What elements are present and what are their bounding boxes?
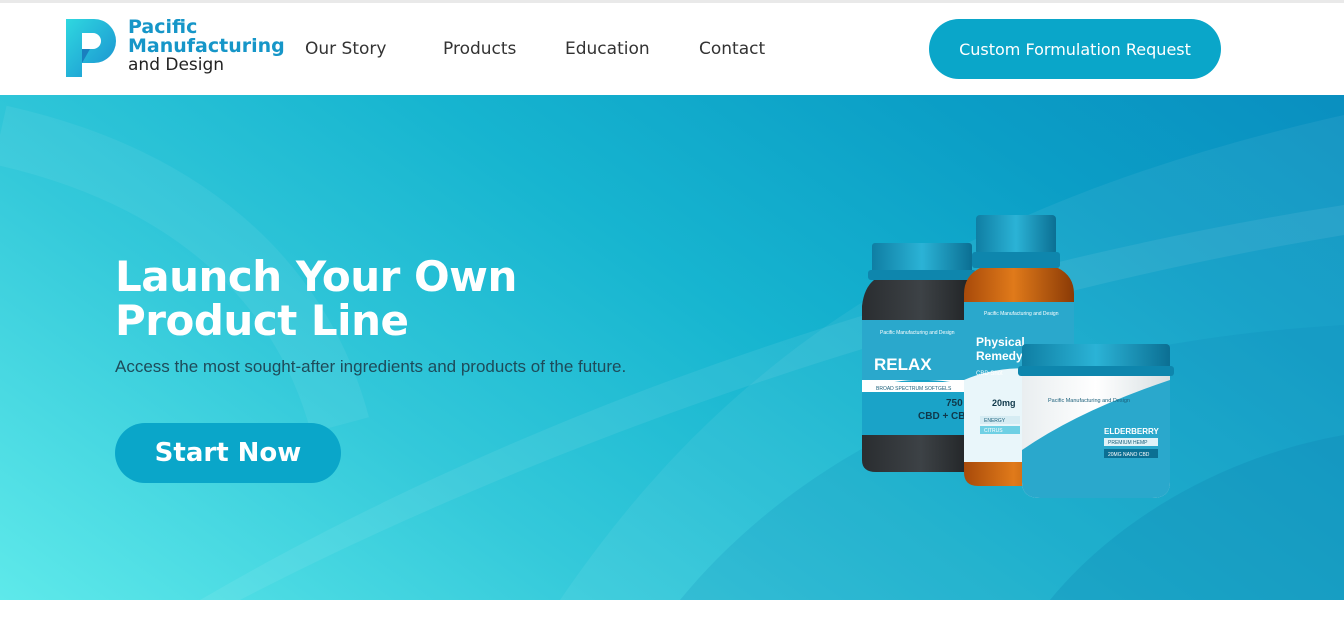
remedy-type-text: CBD Shot <box>976 371 1003 377</box>
brand-name: Pacific Manufacturing and Design <box>128 18 285 75</box>
brand-logo[interactable]: Pacific Manufacturing and Design <box>66 18 286 83</box>
remedy-dose-text: 20mg <box>992 398 1016 408</box>
relax-name-text: RELAX <box>874 355 932 374</box>
custom-formulation-request-button[interactable]: Custom Formulation Request <box>929 19 1221 79</box>
hero-title-line2: Product Line <box>115 296 409 345</box>
start-now-button[interactable]: Start Now <box>115 423 341 483</box>
elderberry-brand-text: Pacific Manufacturing and Design <box>1048 398 1130 404</box>
nav-education[interactable]: Education <box>565 39 650 59</box>
remedy-name-line1: Physical <box>976 335 1025 349</box>
remedy-flavor1-text: ENERGY <box>984 418 1006 424</box>
nav-products[interactable]: Products <box>443 39 516 59</box>
nav-our-story[interactable]: Our Story <box>305 39 386 59</box>
elderberry-tag2-text: 20MG NANO CBD <box>1108 452 1150 458</box>
relax-tagline-text: BROAD SPECTRUM SOFTGELS <box>876 386 952 392</box>
hero-subtitle: Access the most sought-after ingredients… <box>115 357 627 376</box>
hero-title-line1: Launch Your Own <box>115 252 517 301</box>
remedy-name-line2: Remedy <box>976 349 1023 363</box>
brand-name-line2: Manufacturing <box>128 35 285 57</box>
remedy-brand-text: Pacific Manufacturing and Design <box>984 311 1059 317</box>
hero-banner: Launch Your Own Product Line Access the … <box>0 95 1344 600</box>
elderberry-tag1-text: PREMIUM HEMP <box>1108 440 1148 446</box>
remedy-flavor2-text: CITRUS <box>984 428 1003 434</box>
relax-bottle: Pacific Manufacturing and Design RELAX B… <box>862 243 980 472</box>
elderberry-name-text: ELDERBERRY <box>1104 427 1159 436</box>
nav-contact[interactable]: Contact <box>699 39 765 59</box>
relax-formula-text: CBD + CB <box>918 411 966 422</box>
relax-strength-text: 750 <box>946 398 963 409</box>
brand-name-line3: and Design <box>128 55 225 75</box>
site-header: Pacific Manufacturing and Design Our Sto… <box>0 3 1344 95</box>
logo-p-icon <box>66 19 116 77</box>
product-group-image: Pacific Manufacturing and Design RELAX B… <box>862 215 1174 498</box>
relax-brand-text: Pacific Manufacturing and Design <box>880 330 955 336</box>
hero-title: Launch Your Own Product Line <box>115 255 675 343</box>
elderberry-jar: Pacific Manufacturing and Design ELDERBE… <box>1018 344 1174 498</box>
